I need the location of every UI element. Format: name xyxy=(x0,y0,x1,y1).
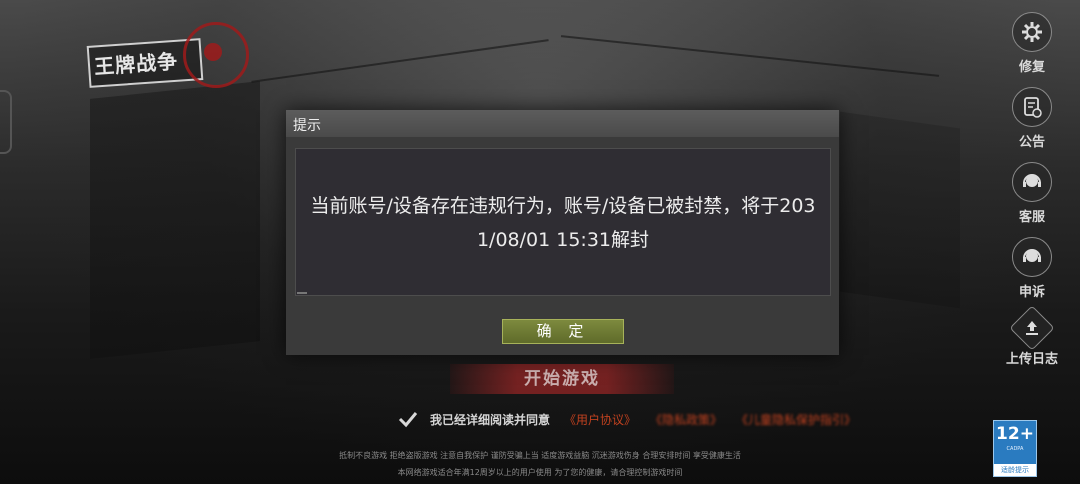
sidebar-item-appeal[interactable]: 申诉 xyxy=(992,237,1072,306)
upload-icon xyxy=(1009,305,1055,351)
age-rating-tip: 适龄提示 xyxy=(994,464,1036,476)
side-drawer-handle[interactable] xyxy=(0,90,12,154)
agreement-row: 我已经详细阅读并同意 《用户协议》 《隐私政策》 《儿童隐私保护指引》 xyxy=(398,408,870,430)
agreement-text: 我已经详细阅读并同意 xyxy=(430,412,551,427)
sidebar-label: 公告 xyxy=(1018,135,1045,150)
user-agreement-link[interactable]: 《用户协议》 xyxy=(564,411,636,428)
headset-icon xyxy=(1012,162,1052,202)
privacy-policy-link[interactable]: 《隐私政策》 xyxy=(650,411,722,428)
start-game-button[interactable]: 开始游戏 xyxy=(450,364,674,394)
notice-icon xyxy=(1012,87,1052,127)
dialog-title-bar: 提示 xyxy=(286,110,839,137)
child-privacy-link[interactable]: 《儿童隐私保护指引》 xyxy=(736,411,856,428)
sidebar-label: 客服 xyxy=(1018,210,1045,225)
headset-icon xyxy=(1012,237,1052,277)
gear-icon xyxy=(1012,12,1052,52)
sidebar-label: 申诉 xyxy=(1018,285,1045,300)
sidebar-item-notice[interactable]: 公告 xyxy=(992,87,1072,156)
ban-message-line2: 1/08/01 15:31解封 xyxy=(476,229,650,251)
background-building xyxy=(90,81,260,359)
background-building-right xyxy=(840,111,960,309)
logo-emblem xyxy=(183,22,249,88)
sidebar-item-customer-service[interactable]: 客服 xyxy=(992,162,1072,231)
logo-text: 王牌战争 xyxy=(93,49,179,79)
sidebar-label: 上传日志 xyxy=(1005,352,1058,367)
health-notice-line1: 抵制不良游戏 拒绝盗版游戏 注意自我保护 谨防受骗上当 适度游戏益脑 沉迷游戏伤… xyxy=(339,451,741,460)
checkmark-icon[interactable] xyxy=(398,410,418,428)
dialog-body: 当前账号/设备存在违规行为，账号/设备已被封禁，将于203 1/08/01 15… xyxy=(295,148,831,296)
confirm-button[interactable]: 确 定 xyxy=(502,319,624,344)
game-logo: 王牌战争 xyxy=(86,22,249,92)
scrollbar[interactable] xyxy=(297,292,307,294)
sidebar-label: 修复 xyxy=(1018,60,1045,75)
age-rating-org: CADPA xyxy=(1006,446,1024,452)
age-rating-badge[interactable]: 12+ CADPA 适龄提示 xyxy=(993,420,1037,477)
sidebar-item-upload-log[interactable]: 上传日志 xyxy=(992,305,1072,381)
dialog-title: 提示 xyxy=(293,118,321,134)
right-sidebar: 修复 公告 客服 申诉 上传日志 xyxy=(992,6,1072,381)
age-rating-number: 12+ xyxy=(996,424,1034,444)
ban-message: 当前账号/设备存在违规行为，账号/设备已被封禁，将于203 1/08/01 15… xyxy=(296,189,830,257)
ban-message-line1: 当前账号/设备存在违规行为，账号/设备已被封禁，将于203 xyxy=(310,195,816,217)
health-notice-line2: 本网络游戏适合年满12周岁以上的用户使用 为了您的健康，请合理控制游戏时间 xyxy=(397,468,683,477)
notice-dialog: 提示 当前账号/设备存在违规行为，账号/设备已被封禁，将于203 1/08/01… xyxy=(286,110,839,355)
sidebar-item-repair[interactable]: 修复 xyxy=(992,12,1072,81)
